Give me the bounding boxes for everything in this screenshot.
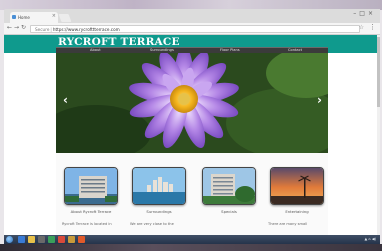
address-bar[interactable]: Secure|https://www.rycrofttterrace.com xyxy=(30,25,360,33)
browser-toolbar: ← → ↻ Secure|https://www.rycrofttterrace… xyxy=(4,23,380,35)
slider-prev-button[interactable]: ‹ xyxy=(63,93,68,107)
browser-tabstrip: Home × –□× xyxy=(4,9,380,23)
card-caption[interactable]: Specials xyxy=(196,209,262,214)
ie-icon[interactable] xyxy=(18,236,25,243)
system-tray[interactable]: ▲ ⌂ ◀) xyxy=(365,237,377,241)
card-image-highrise[interactable] xyxy=(202,167,256,205)
app-icon[interactable] xyxy=(78,236,85,243)
folder-icon[interactable] xyxy=(28,236,35,243)
tab-title: Home xyxy=(18,15,30,20)
card-image-building[interactable] xyxy=(64,167,118,205)
nav-item-contact[interactable]: Contact xyxy=(288,48,302,52)
reload-icon[interactable]: ↻ xyxy=(21,24,26,31)
web-page: RYCROFT TERRACE About Surroundings Floor… xyxy=(4,35,380,235)
lotus-flower-image xyxy=(56,53,328,153)
secure-label: Secure xyxy=(35,27,50,32)
close-icon[interactable]: × xyxy=(52,13,56,19)
scrollbar-thumb[interactable] xyxy=(377,37,380,107)
windows-taskbar: ▲ ⌂ ◀) xyxy=(4,235,380,244)
card-caption[interactable]: Surroundings xyxy=(126,209,192,214)
card-text: Rycroft Terrace is located in xyxy=(62,222,112,226)
window-controls[interactable]: –□× xyxy=(353,10,376,17)
nav-item-floor-plans[interactable]: Floor Plans xyxy=(220,48,240,52)
card-text: We are very close to the xyxy=(130,222,174,226)
star-icon[interactable]: ☆ xyxy=(359,24,364,31)
new-tab-button[interactable] xyxy=(58,14,72,22)
app-icon[interactable] xyxy=(68,236,75,243)
windows-start-icon[interactable] xyxy=(6,236,13,243)
card-image-sunset[interactable] xyxy=(270,167,324,205)
favicon-icon xyxy=(12,15,16,19)
app-icon[interactable] xyxy=(48,236,55,243)
photo-bottom-edge xyxy=(0,244,382,251)
slider-next-button[interactable]: › xyxy=(317,93,322,107)
media-icon[interactable] xyxy=(38,236,45,243)
page-scrollbar[interactable] xyxy=(377,35,380,235)
card-caption[interactable]: Entertaining xyxy=(264,209,330,214)
browser-tab[interactable]: Home × xyxy=(10,12,58,23)
card-text: There are many small xyxy=(268,222,308,226)
menu-icon[interactable]: ⋮ xyxy=(369,23,376,31)
address-url: https://www.rycrofttterrace.com xyxy=(52,27,120,32)
nav-item-about[interactable]: About xyxy=(90,48,101,52)
feature-cards: About Rycroft Terrace Rycroft Terrace is… xyxy=(56,153,328,235)
back-icon[interactable]: ← xyxy=(7,24,12,31)
nav-item-surroundings[interactable]: Surroundings xyxy=(150,48,174,52)
site-banner: RYCROFT TERRACE About Surroundings Floor… xyxy=(4,35,380,53)
chrome-icon[interactable] xyxy=(58,236,65,243)
hero-slider[interactable]: ‹ › xyxy=(56,53,328,153)
card-caption[interactable]: About Rycroft Terrace xyxy=(58,209,124,214)
card-image-skyline[interactable] xyxy=(132,167,186,205)
photo-frame: Home × –□× ← → ↻ Secure|https://www.rycr… xyxy=(0,0,382,251)
forward-icon[interactable]: → xyxy=(14,24,19,31)
